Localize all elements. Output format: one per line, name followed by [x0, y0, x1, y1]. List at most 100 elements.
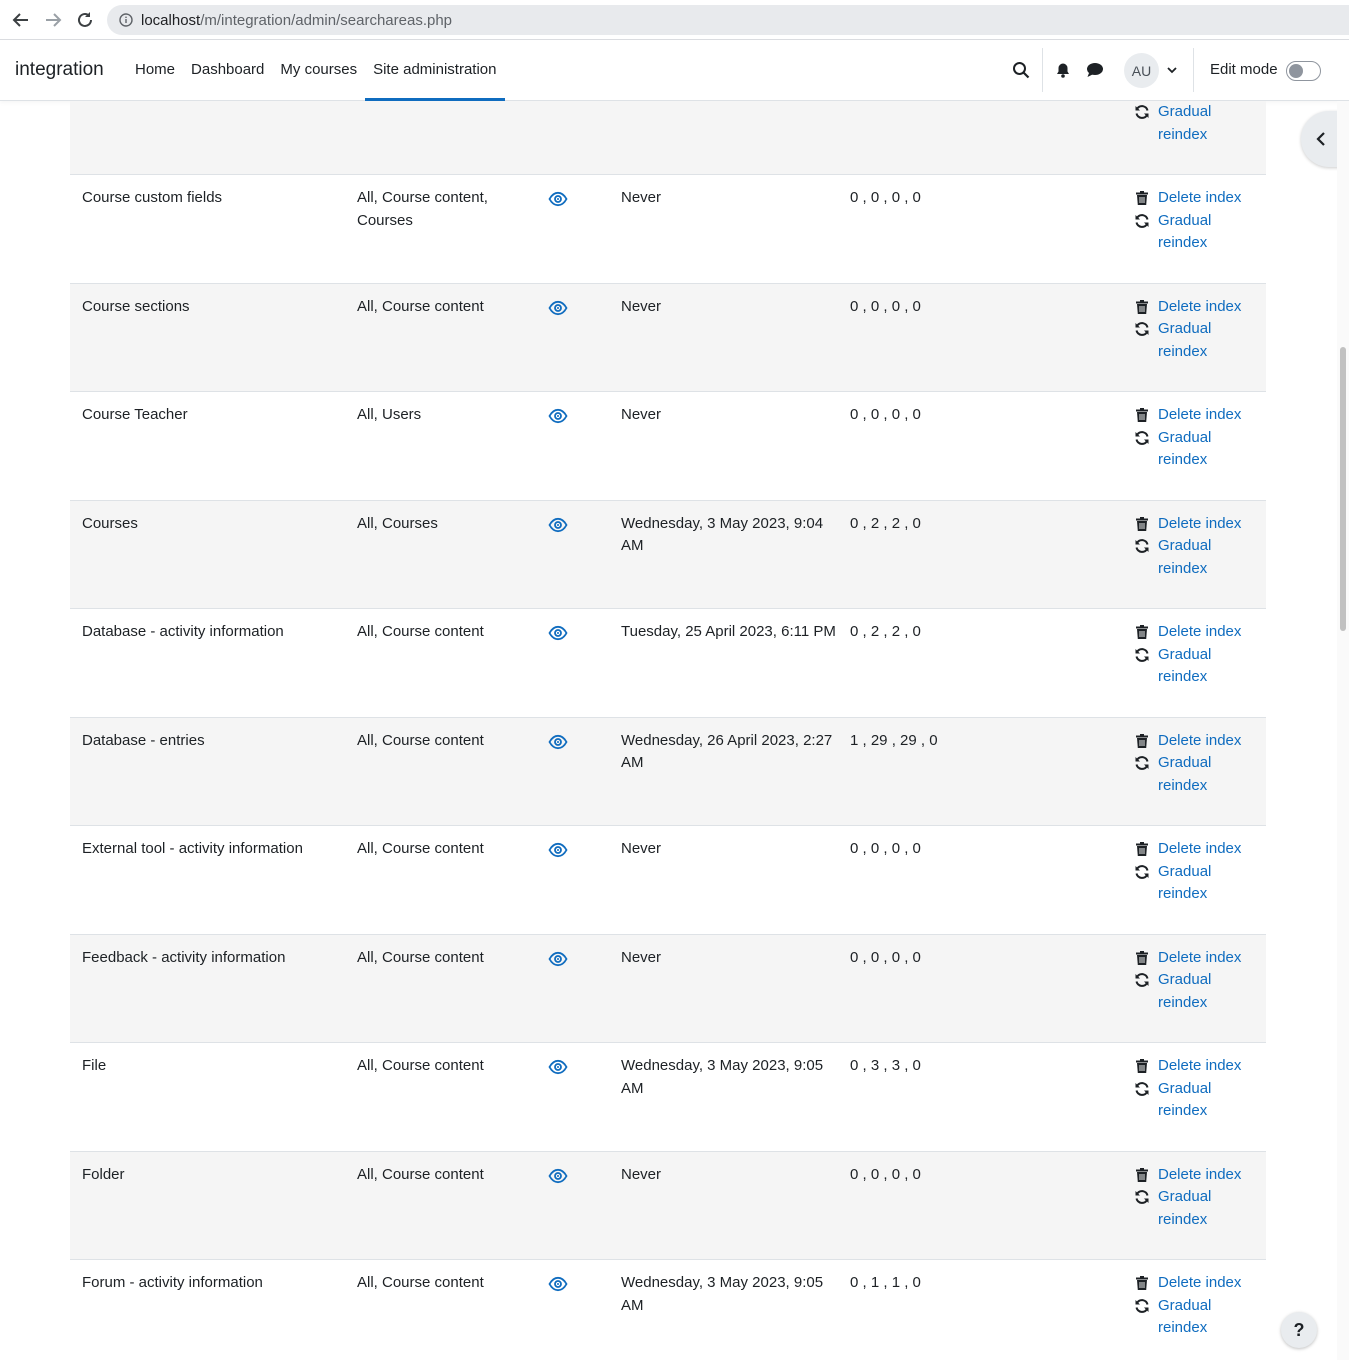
- delete-index-link[interactable]: Delete index: [1158, 1055, 1258, 1078]
- index-counts: 0 , 3 , 3 , 0: [850, 1057, 921, 1074]
- gradual-reindex-action[interactable]: Gradual reindex: [1134, 861, 1264, 906]
- trash-icon: [1136, 299, 1148, 314]
- delete-index-link[interactable]: Delete index: [1158, 296, 1258, 319]
- page-scrollbar[interactable]: [1337, 101, 1349, 1360]
- nav-my-courses[interactable]: My courses: [272, 40, 365, 101]
- delete-index-action[interactable]: Delete index: [1134, 513, 1264, 536]
- gradual-reindex-link[interactable]: Gradual reindex: [1158, 861, 1258, 906]
- edit-mode-toggle[interactable]: [1286, 61, 1321, 81]
- chevron-down-icon[interactable]: [1160, 58, 1184, 82]
- index-counts: 0 , 0 , 0 , 0: [850, 406, 921, 423]
- delete-index-action[interactable]: Delete index: [1134, 947, 1264, 970]
- area-context: All, Course content: [357, 840, 484, 857]
- gradual-reindex-link[interactable]: Gradual reindex: [1158, 101, 1258, 146]
- delete-index-action[interactable]: Delete index: [1134, 1272, 1264, 1295]
- eye-icon[interactable]: [548, 1166, 568, 1186]
- gradual-reindex-link[interactable]: Gradual reindex: [1158, 318, 1258, 363]
- eye-icon[interactable]: [548, 189, 568, 209]
- delete-index-link[interactable]: Delete index: [1158, 1164, 1258, 1187]
- delete-index-link[interactable]: Delete index: [1158, 1272, 1258, 1295]
- eye-icon[interactable]: [548, 732, 568, 752]
- search-icon[interactable]: [1009, 58, 1033, 82]
- delete-index-action[interactable]: Delete index: [1134, 296, 1264, 319]
- gradual-reindex-action[interactable]: Gradual reindex: [1134, 644, 1264, 689]
- nav-dashboard[interactable]: Dashboard: [183, 40, 272, 101]
- gradual-reindex-action[interactable]: Gradual reindex: [1134, 427, 1264, 472]
- eye-icon[interactable]: [548, 1274, 568, 1294]
- delete-index-action[interactable]: Delete index: [1134, 1055, 1264, 1078]
- help-button[interactable]: ?: [1281, 1312, 1317, 1348]
- site-brand[interactable]: integration: [15, 59, 104, 81]
- refresh-icon: [1135, 756, 1149, 770]
- area-name: Course sections: [82, 297, 190, 315]
- area-context: All, Course content: [357, 297, 484, 315]
- last-indexed: Never: [621, 948, 662, 966]
- row-actions: Gradual reindex: [1134, 101, 1264, 146]
- row-actions: Delete index Gradual reindex: [1134, 947, 1264, 1015]
- user-avatar[interactable]: AU: [1124, 53, 1159, 88]
- gradual-reindex-link[interactable]: Gradual reindex: [1158, 427, 1258, 472]
- gradual-reindex-action[interactable]: Gradual reindex: [1134, 1078, 1264, 1123]
- gradual-reindex-link[interactable]: Gradual reindex: [1158, 535, 1258, 580]
- eye-icon[interactable]: [548, 406, 568, 426]
- table-row: Forum - activity information All, Course …: [70, 1260, 1266, 1360]
- forward-arrow-icon[interactable]: [41, 8, 65, 32]
- delete-index-link[interactable]: Delete index: [1158, 404, 1258, 427]
- index-counts: 0 , 0 , 0 , 0: [850, 948, 921, 966]
- nav-site-administration[interactable]: Site administration: [365, 40, 505, 101]
- area-name: External tool - activity information: [82, 840, 303, 857]
- last-indexed: Never: [621, 1165, 662, 1183]
- row-actions: Delete index Gradual reindex: [1134, 1272, 1264, 1340]
- url-path: /m/integration/admin/searchareas.php: [200, 11, 453, 29]
- gradual-reindex-link[interactable]: Gradual reindex: [1158, 1186, 1258, 1231]
- eye-icon[interactable]: [548, 949, 568, 969]
- gradual-reindex-action[interactable]: Gradual reindex: [1134, 1186, 1264, 1231]
- eye-icon[interactable]: [548, 515, 568, 535]
- gradual-reindex-link[interactable]: Gradual reindex: [1158, 210, 1258, 255]
- delete-index-link[interactable]: Delete index: [1158, 621, 1258, 644]
- delete-index-action[interactable]: Delete index: [1134, 1164, 1264, 1187]
- gradual-reindex-link[interactable]: Gradual reindex: [1158, 752, 1258, 797]
- gradual-reindex-link[interactable]: Gradual reindex: [1158, 1295, 1258, 1340]
- gradual-reindex-action[interactable]: Gradual reindex: [1134, 101, 1264, 146]
- gradual-reindex-action[interactable]: Gradual reindex: [1134, 210, 1264, 255]
- eye-icon[interactable]: [548, 840, 568, 860]
- bell-icon[interactable]: [1051, 58, 1075, 82]
- last-indexed: Never: [621, 406, 662, 423]
- address-bar[interactable]: localhost/m/integration/admin/searcharea…: [107, 5, 1349, 35]
- gradual-reindex-action[interactable]: Gradual reindex: [1134, 752, 1264, 797]
- delete-index-link[interactable]: Delete index: [1158, 187, 1258, 210]
- delete-index-action[interactable]: Delete index: [1134, 730, 1264, 753]
- delete-index-link[interactable]: Delete index: [1158, 513, 1258, 536]
- scrollbar-thumb[interactable]: [1340, 347, 1346, 631]
- gradual-reindex-link[interactable]: Gradual reindex: [1158, 644, 1258, 689]
- gradual-reindex-link[interactable]: Gradual reindex: [1158, 969, 1258, 1014]
- delete-index-link[interactable]: Delete index: [1158, 947, 1258, 970]
- gradual-reindex-link[interactable]: Gradual reindex: [1158, 1078, 1258, 1123]
- delete-index-link[interactable]: Delete index: [1158, 730, 1258, 753]
- delete-index-action[interactable]: Delete index: [1134, 621, 1264, 644]
- nav-home[interactable]: Home: [127, 40, 183, 101]
- delete-index-action[interactable]: Delete index: [1134, 838, 1264, 861]
- eye-icon[interactable]: [548, 298, 568, 318]
- delete-index-action[interactable]: Delete index: [1134, 187, 1264, 210]
- area-name: Courses: [82, 514, 138, 532]
- gradual-reindex-action[interactable]: Gradual reindex: [1134, 1295, 1264, 1340]
- delete-index-action[interactable]: Delete index: [1134, 404, 1264, 427]
- row-actions: Delete index Gradual reindex: [1134, 296, 1264, 364]
- messages-icon[interactable]: [1083, 58, 1107, 82]
- row-actions: Delete index Gradual reindex: [1134, 838, 1264, 906]
- eye-icon[interactable]: [548, 1057, 568, 1077]
- index-counts: 0 , 0 , 0 , 0: [850, 1165, 921, 1183]
- gradual-reindex-action[interactable]: Gradual reindex: [1134, 318, 1264, 363]
- trash-icon: [1136, 842, 1148, 856]
- delete-index-link[interactable]: Delete index: [1158, 838, 1258, 861]
- gradual-reindex-action[interactable]: Gradual reindex: [1134, 535, 1264, 580]
- reload-icon[interactable]: [73, 8, 97, 32]
- eye-icon[interactable]: [548, 623, 568, 643]
- last-indexed: Never: [621, 189, 662, 206]
- site-info-icon[interactable]: [119, 13, 133, 27]
- trash-icon: [1136, 950, 1148, 965]
- gradual-reindex-action[interactable]: Gradual reindex: [1134, 969, 1264, 1014]
- back-arrow-icon[interactable]: [9, 8, 33, 32]
